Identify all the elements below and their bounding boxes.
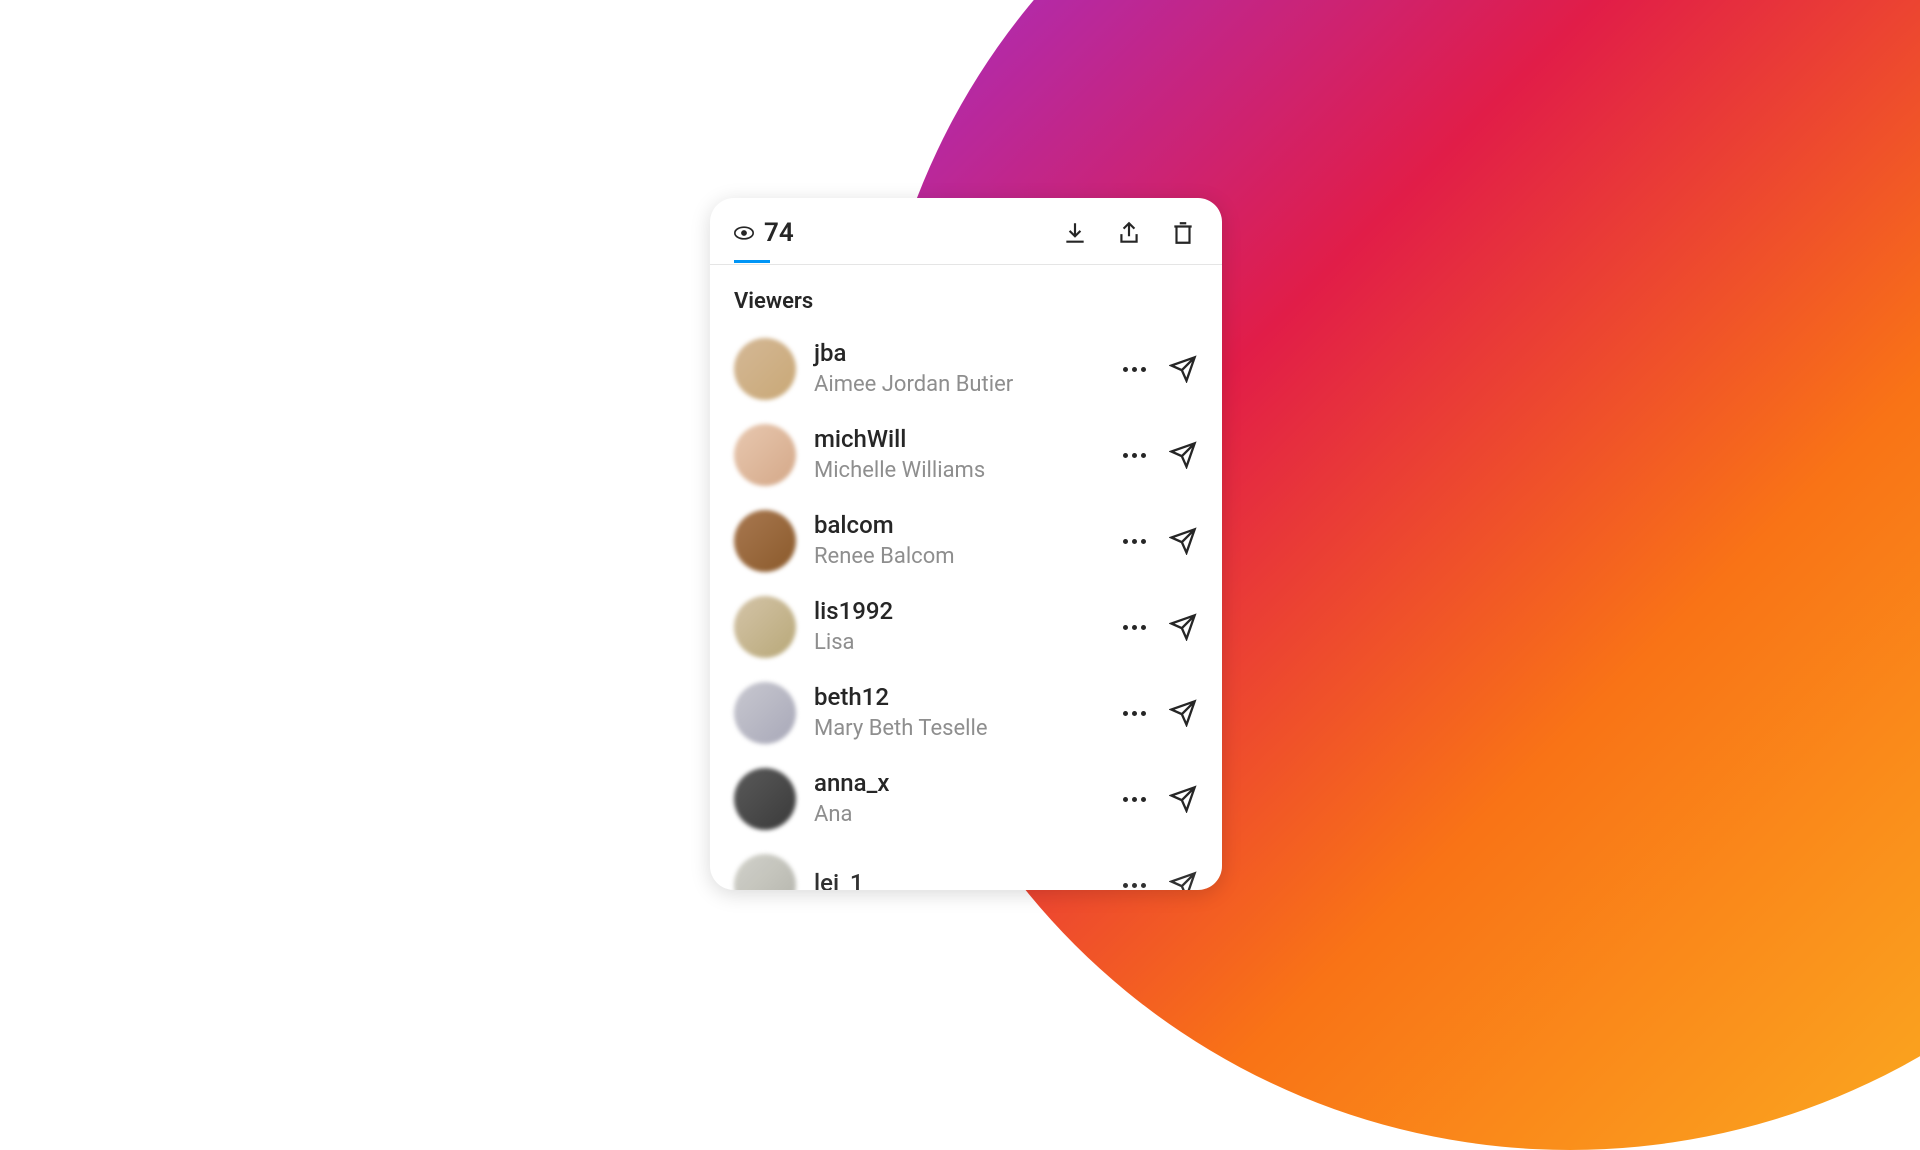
viewer-row[interactable]: michWill Michelle Williams	[710, 412, 1222, 498]
row-actions	[1120, 354, 1198, 384]
avatar[interactable]	[734, 424, 796, 486]
viewer-row[interactable]: jba Aimee Jordan Butier	[710, 326, 1222, 412]
fullname: Renee Balcom	[814, 543, 1102, 572]
more-icon[interactable]	[1120, 441, 1148, 469]
send-icon[interactable]	[1168, 354, 1198, 384]
more-icon[interactable]	[1120, 699, 1148, 727]
download-icon[interactable]	[1060, 218, 1090, 248]
username: anna_x	[814, 768, 1102, 799]
more-icon[interactable]	[1120, 355, 1148, 383]
viewer-row[interactable]: balcom Renee Balcom	[710, 498, 1222, 584]
username: jba	[814, 338, 1102, 369]
more-icon[interactable]	[1120, 527, 1148, 555]
share-icon[interactable]	[1114, 218, 1144, 248]
section-title: Viewers	[710, 265, 1222, 326]
viewer-info: balcom Renee Balcom	[814, 510, 1102, 572]
row-actions	[1120, 526, 1198, 556]
send-icon[interactable]	[1168, 440, 1198, 470]
viewer-row[interactable]: anna_x Ana	[710, 756, 1222, 842]
viewer-list[interactable]: jba Aimee Jordan Butier michWill Michell…	[710, 326, 1222, 890]
more-icon[interactable]	[1120, 785, 1148, 813]
viewer-info: michWill Michelle Williams	[814, 424, 1102, 486]
send-icon[interactable]	[1168, 784, 1198, 814]
fullname: Lisa	[814, 629, 1102, 658]
viewer-info: jba Aimee Jordan Butier	[814, 338, 1102, 400]
viewer-row[interactable]: lis1992 Lisa	[710, 584, 1222, 670]
username: balcom	[814, 510, 1102, 541]
eye-icon	[734, 226, 754, 240]
row-actions	[1120, 784, 1198, 814]
avatar[interactable]	[734, 338, 796, 400]
avatar[interactable]	[734, 510, 796, 572]
view-count: 74	[734, 218, 794, 248]
viewer-info: anna_x Ana	[814, 768, 1102, 830]
fullname: Ana	[814, 801, 1102, 830]
send-icon[interactable]	[1168, 698, 1198, 728]
row-actions	[1120, 870, 1198, 890]
view-count-number: 74	[764, 218, 794, 248]
avatar[interactable]	[734, 596, 796, 658]
viewer-info: lis1992 Lisa	[814, 596, 1102, 658]
viewer-info: lei_1	[814, 868, 1102, 890]
panel-header: 74	[710, 198, 1222, 265]
row-actions	[1120, 698, 1198, 728]
username: lei_1	[814, 868, 1102, 890]
more-icon[interactable]	[1120, 613, 1148, 641]
more-icon[interactable]	[1120, 871, 1148, 890]
trash-icon[interactable]	[1168, 218, 1198, 248]
viewers-panel: 74 Viewers	[710, 198, 1222, 890]
username: michWill	[814, 424, 1102, 455]
send-icon[interactable]	[1168, 612, 1198, 642]
header-actions	[1060, 218, 1198, 248]
avatar[interactable]	[734, 768, 796, 830]
send-icon[interactable]	[1168, 526, 1198, 556]
viewer-row[interactable]: lei_1	[710, 842, 1222, 890]
row-actions	[1120, 612, 1198, 642]
viewer-info: beth12 Mary Beth Teselle	[814, 682, 1102, 744]
viewer-row[interactable]: beth12 Mary Beth Teselle	[710, 670, 1222, 756]
avatar[interactable]	[734, 682, 796, 744]
fullname: Aimee Jordan Butier	[814, 371, 1102, 400]
row-actions	[1120, 440, 1198, 470]
fullname: Mary Beth Teselle	[814, 715, 1102, 744]
send-icon[interactable]	[1168, 870, 1198, 890]
username: beth12	[814, 682, 1102, 713]
fullname: Michelle Williams	[814, 457, 1102, 486]
active-tab-indicator	[734, 260, 770, 263]
avatar[interactable]	[734, 854, 796, 890]
username: lis1992	[814, 596, 1102, 627]
